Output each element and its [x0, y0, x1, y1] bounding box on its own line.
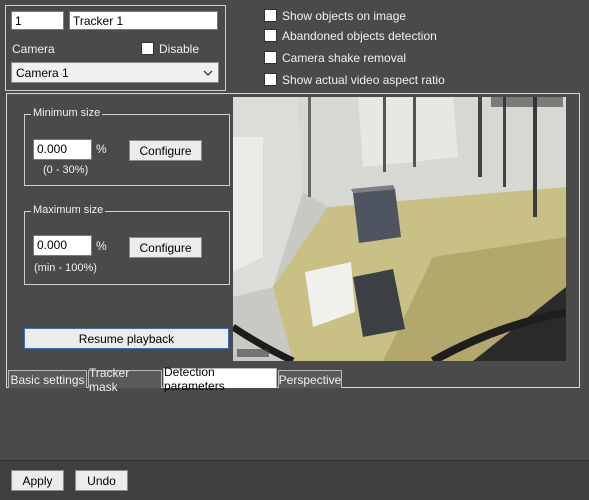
- abandoned-checkbox[interactable]: [264, 29, 277, 42]
- tracker-id-field[interactable]: 1: [11, 11, 64, 30]
- disable-label: Disable: [159, 42, 200, 56]
- min-size-input[interactable]: 0.000: [33, 139, 92, 160]
- camera-select-value: Camera 1: [16, 66, 69, 80]
- aspect-checkbox[interactable]: [264, 73, 277, 86]
- min-size-configure-button[interactable]: Configure: [129, 140, 202, 161]
- disable-checkbox[interactable]: [141, 42, 154, 55]
- max-size-configure-button[interactable]: Configure: [129, 237, 202, 258]
- max-size-range: (min - 100%): [34, 262, 97, 274]
- tracker-name-field[interactable]: Tracker 1: [69, 11, 218, 30]
- tab-detection-parameters[interactable]: Detection parameters: [163, 365, 277, 393]
- apply-button[interactable]: Apply: [11, 470, 64, 491]
- video-preview[interactable]: [233, 97, 566, 361]
- min-size-range: (0 - 30%): [43, 164, 89, 176]
- camera-label: Camera: [12, 42, 55, 56]
- aspect-label: Show actual video aspect ratio: [282, 73, 445, 87]
- max-size-unit: %: [96, 239, 107, 253]
- min-size-unit: %: [96, 142, 107, 156]
- max-size-input[interactable]: 0.000: [33, 235, 92, 256]
- tab-basic-settings[interactable]: Basic settings: [8, 370, 87, 388]
- shake-label: Camera shake removal: [282, 51, 407, 65]
- camera-select[interactable]: Camera 1: [11, 62, 219, 83]
- show-objects-label: Show objects on image: [282, 9, 407, 23]
- resume-playback-button[interactable]: Resume playback: [24, 328, 229, 349]
- tab-tracker-mask[interactable]: Tracker mask: [88, 366, 162, 394]
- shake-checkbox[interactable]: [264, 51, 277, 64]
- show-objects-checkbox[interactable]: [264, 9, 277, 22]
- undo-button[interactable]: Undo: [75, 470, 128, 491]
- chevron-down-icon: [203, 70, 213, 76]
- min-size-title: Minimum size: [31, 107, 103, 119]
- camera-frame-image: [233, 97, 566, 361]
- abandoned-label: Abandoned objects detection: [282, 29, 437, 43]
- max-size-title: Maximum size: [31, 204, 106, 216]
- tab-perspective[interactable]: Perspective: [278, 370, 342, 388]
